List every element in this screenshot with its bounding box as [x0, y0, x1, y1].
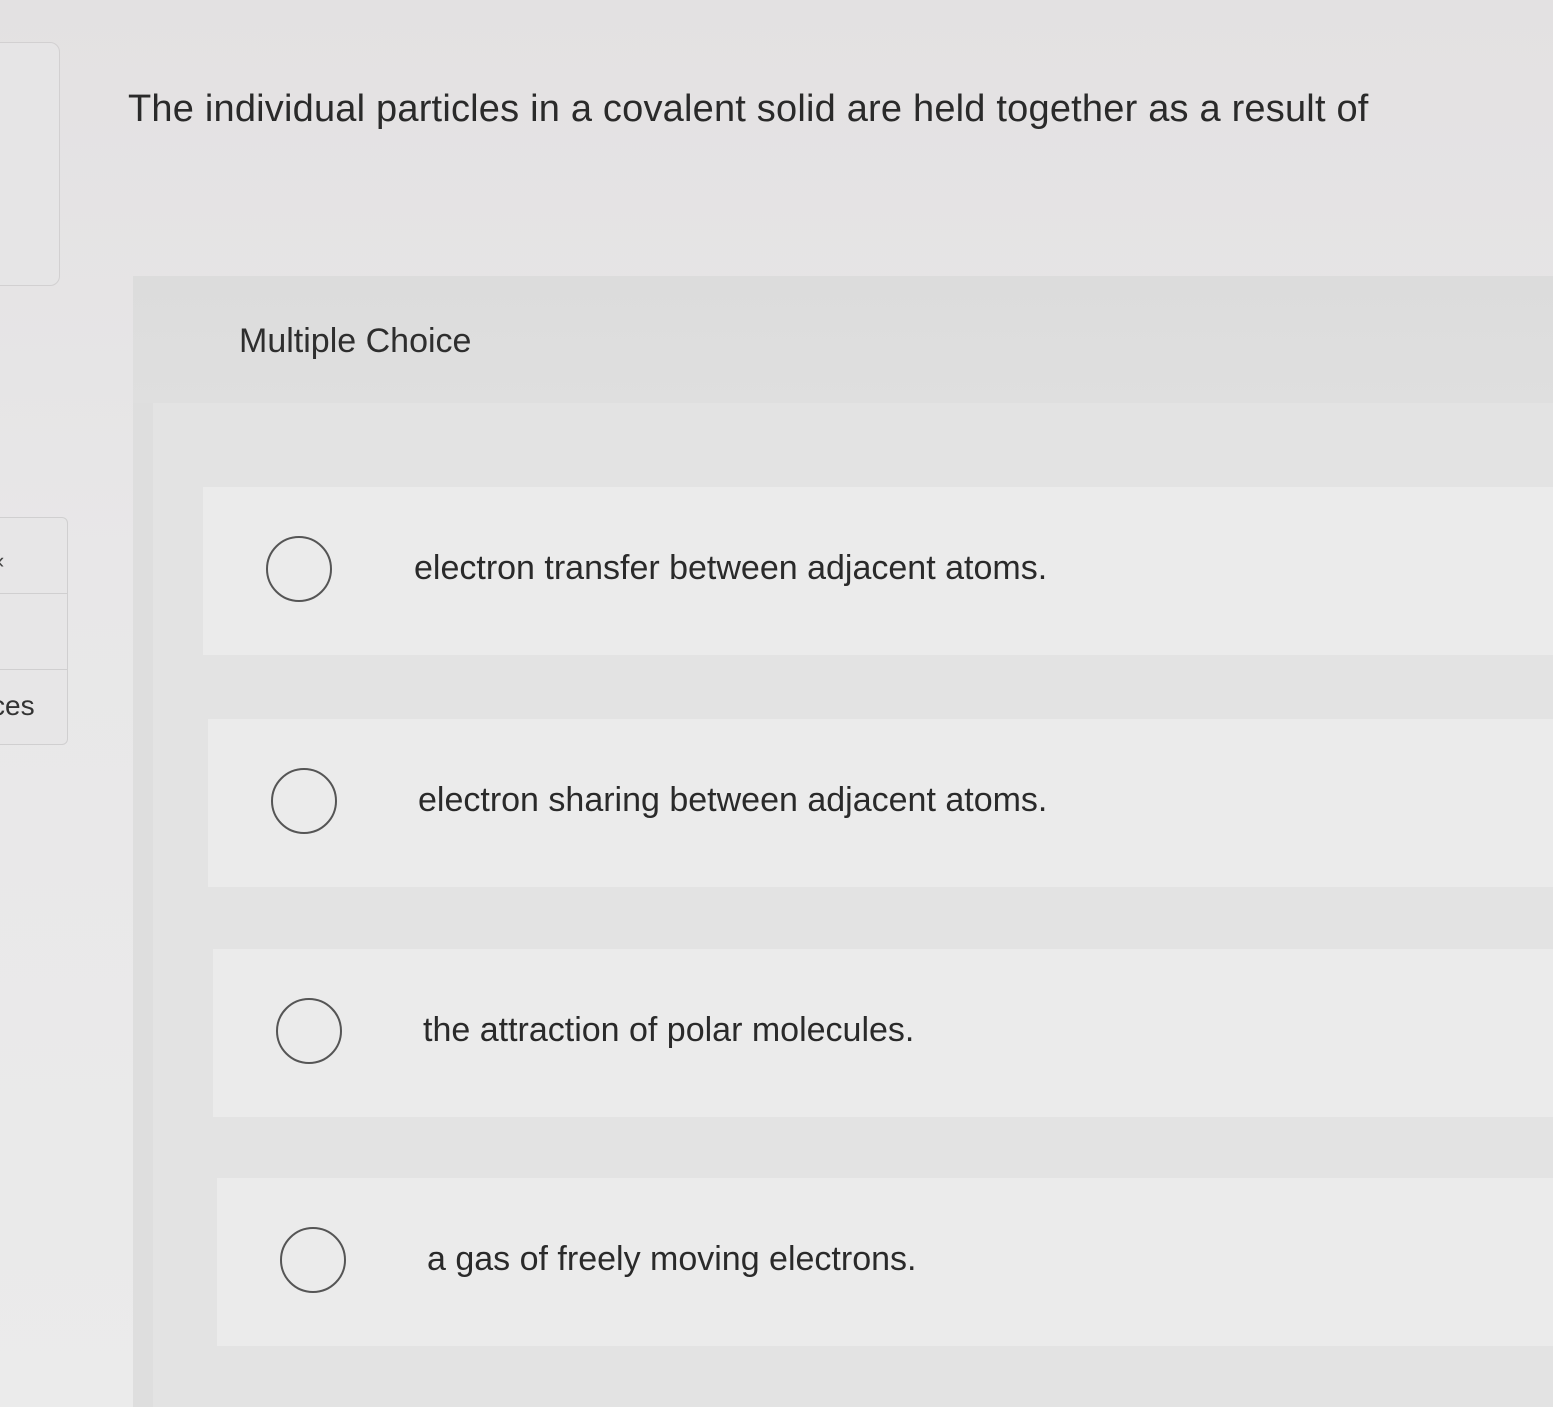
answer-option-label: a gas of freely moving electrons.	[427, 1240, 917, 1278]
multiple-choice-title: Multiple Choice	[239, 322, 472, 360]
answer-option-label: electron transfer between adjacent atoms…	[414, 549, 1048, 587]
left-nav-item-label: ces	[0, 690, 35, 721]
options-list: electron transfer between adjacent atoms…	[153, 403, 1553, 1407]
multiple-choice-header: Multiple Choice	[133, 276, 1553, 403]
left-nav-item-blank[interactable]	[0, 594, 67, 670]
answer-option[interactable]: the attraction of polar molecules.	[213, 949, 1553, 1117]
answer-option-label: the attraction of polar molecules.	[423, 1011, 915, 1049]
answer-option[interactable]: electron transfer between adjacent atoms…	[203, 487, 1553, 655]
left-nav-item-prev[interactable]: ‹	[0, 518, 67, 594]
radio-button[interactable]	[271, 768, 337, 834]
answer-option[interactable]: electron sharing between adjacent atoms.	[208, 719, 1553, 887]
answer-option[interactable]: a gas of freely moving electrons.	[217, 1178, 1553, 1346]
radio-button[interactable]	[276, 998, 342, 1064]
answer-option-label: electron sharing between adjacent atoms.	[418, 781, 1048, 819]
radio-button[interactable]	[280, 1227, 346, 1293]
chevron-left-icon[interactable]: ‹	[0, 548, 4, 574]
left-nav-item-resources[interactable]: ces	[0, 670, 67, 745]
multiple-choice-panel: Multiple Choice electron transfer betwee…	[133, 276, 1553, 1407]
question-text: The individual particles in a covalent s…	[128, 88, 1369, 130]
left-side-nav: ‹ ces	[0, 517, 68, 745]
radio-button[interactable]	[266, 536, 332, 602]
left-side-card	[0, 42, 60, 286]
